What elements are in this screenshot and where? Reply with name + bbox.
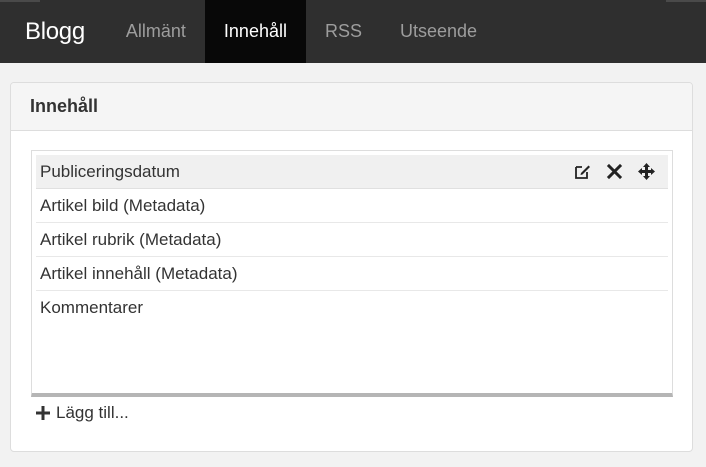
list-item-label: Artikel bild (Metadata) xyxy=(40,195,206,215)
list-item[interactable]: Kommentarer xyxy=(36,291,668,325)
list-item-label: Kommentarer xyxy=(40,298,143,317)
tab-innehall[interactable]: Innehåll xyxy=(204,0,306,63)
content-list: Publiceringsdatum Artikel bild (Metadata… xyxy=(31,150,673,397)
edit-icon[interactable] xyxy=(573,162,592,181)
plus-icon xyxy=(36,406,50,420)
brand-logo[interactable]: Blogg xyxy=(0,0,107,63)
tab-rss[interactable]: RSS xyxy=(306,0,381,63)
list-item[interactable]: Artikel innehåll (Metadata) xyxy=(36,257,668,291)
move-icon[interactable] xyxy=(637,162,656,181)
list-item-label: Artikel rubrik (Metadata) xyxy=(40,229,222,249)
top-navbar: Blogg Allmänt Innehåll RSS Utseende xyxy=(0,0,706,63)
tab-allmant[interactable]: Allmänt xyxy=(107,0,205,63)
list-item[interactable]: Artikel bild (Metadata) xyxy=(36,189,668,223)
content-panel: Innehåll Publiceringsdatum Artikel bild … xyxy=(10,82,693,452)
remove-icon[interactable] xyxy=(605,162,624,181)
add-item-button[interactable]: Lägg till... xyxy=(35,403,129,423)
list-item-label: Publiceringsdatum xyxy=(40,161,180,181)
list-item-label: Artikel innehåll (Metadata) xyxy=(40,263,238,283)
item-actions xyxy=(573,155,656,188)
list-item[interactable]: Publiceringsdatum xyxy=(36,155,668,189)
add-item-label: Lägg till... xyxy=(56,403,129,422)
list-item[interactable]: Artikel rubrik (Metadata) xyxy=(36,223,668,257)
panel-title: Innehåll xyxy=(11,83,692,131)
tab-utseende[interactable]: Utseende xyxy=(381,0,496,63)
